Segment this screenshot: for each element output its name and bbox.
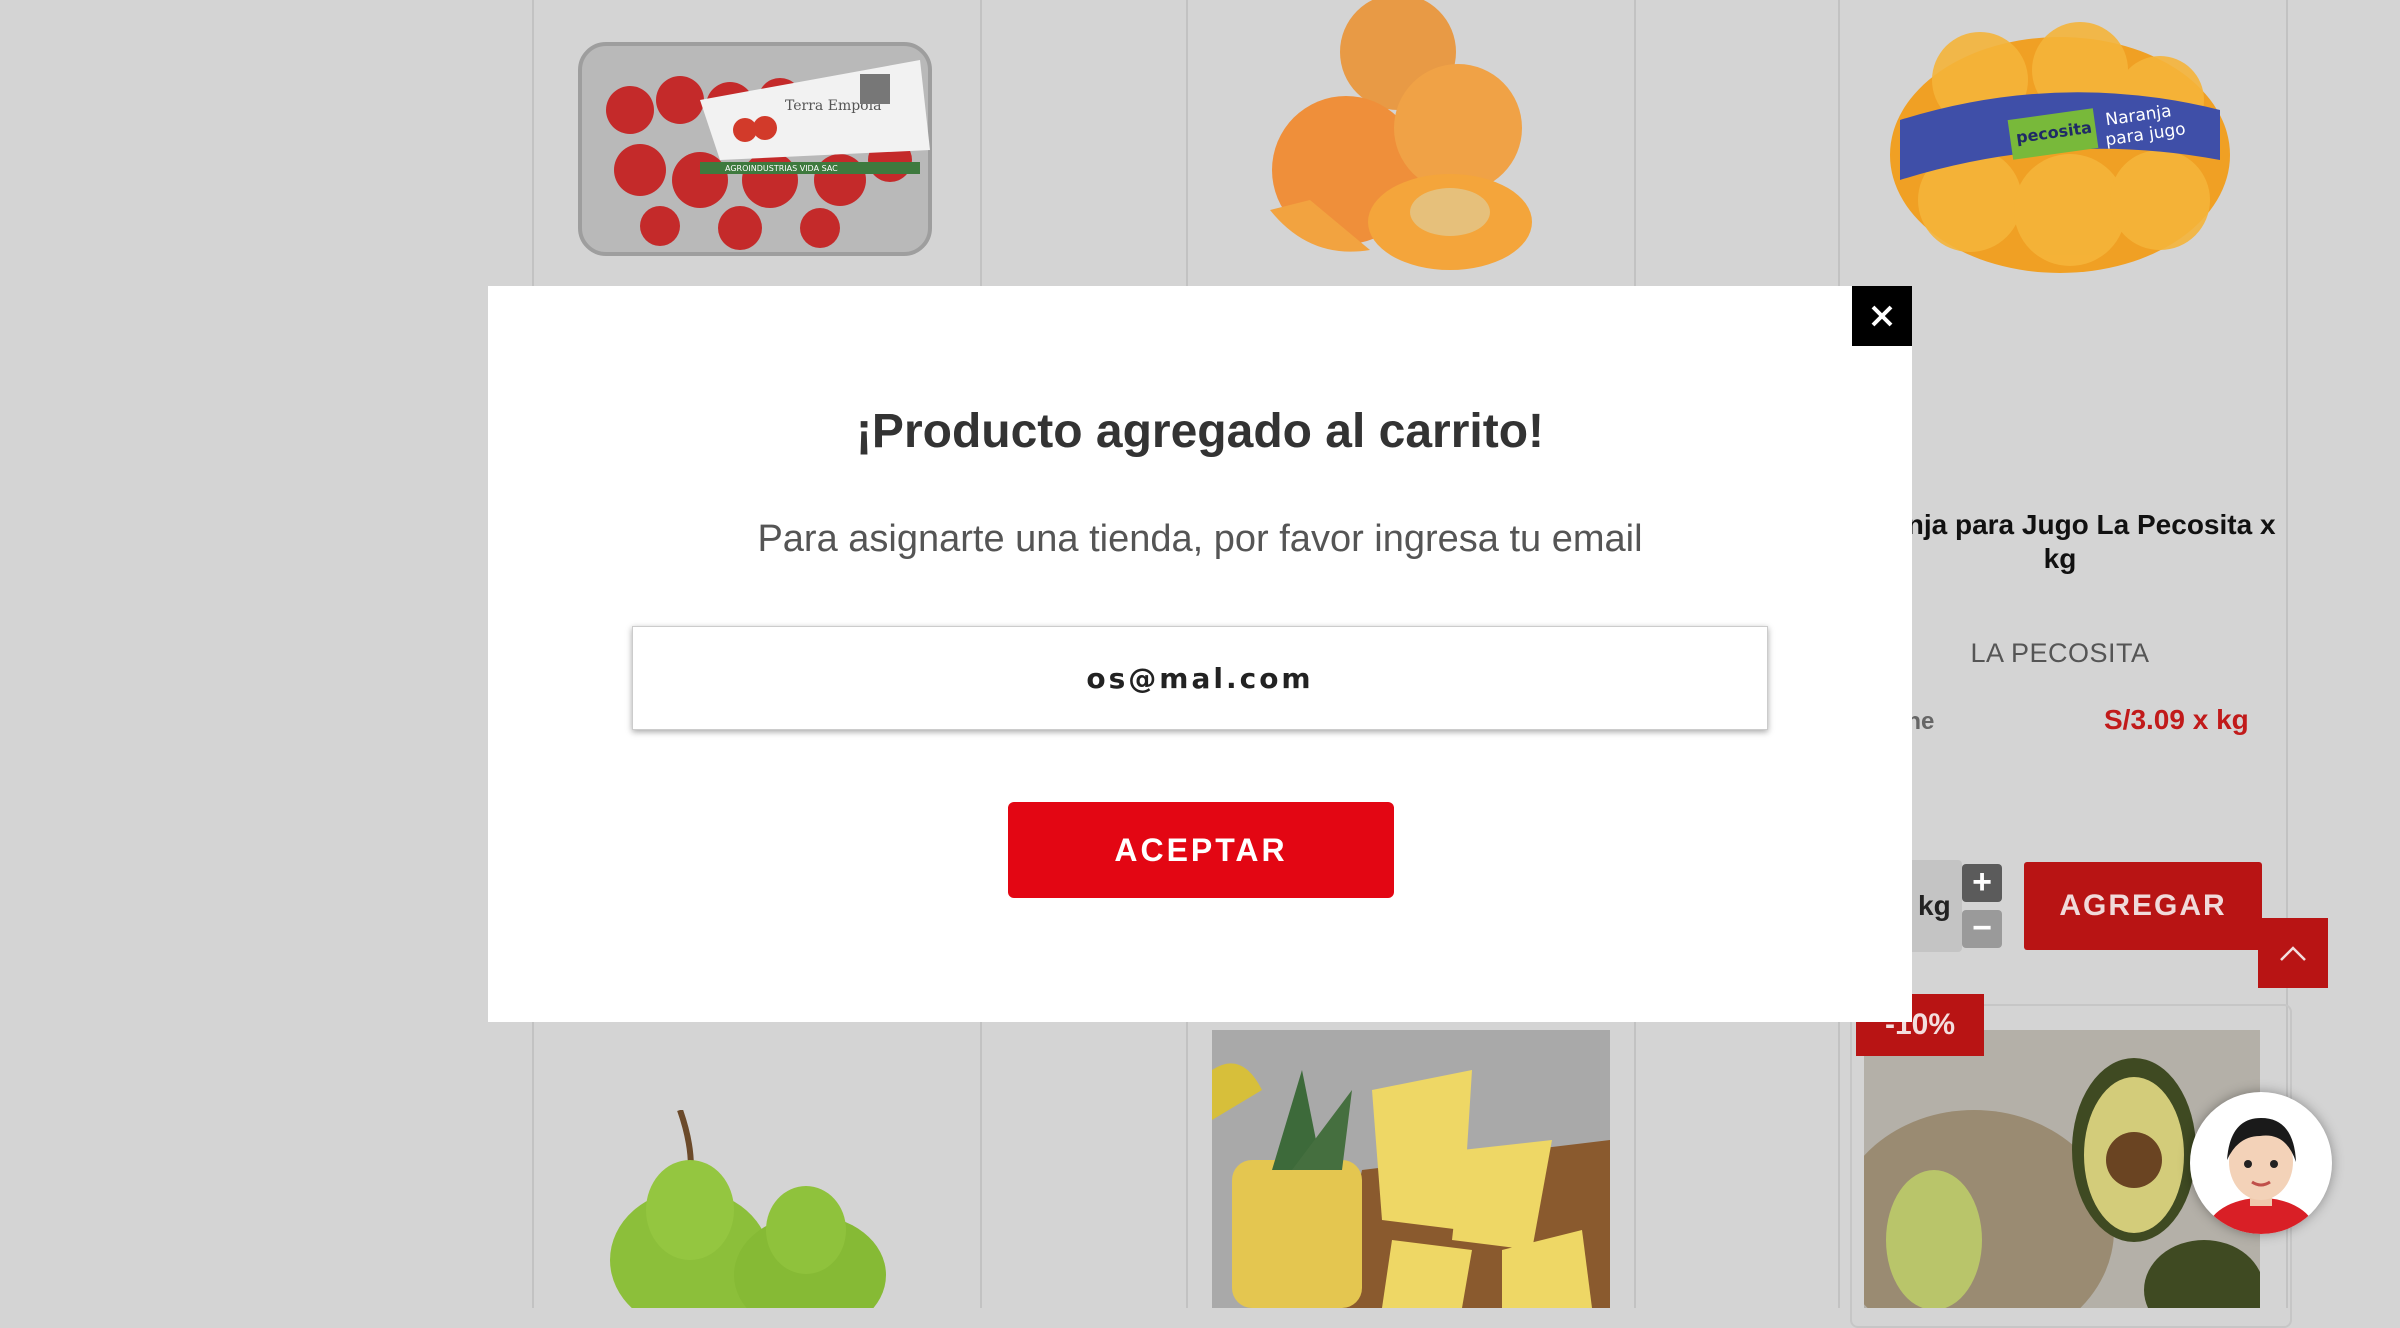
cart-added-modal: ¡Producto agregado al carrito! Para asig… <box>488 286 1912 1022</box>
assistant-avatar-icon <box>2207 1118 2315 1234</box>
peach-product-image[interactable] <box>1250 0 1550 280</box>
close-modal-button[interactable] <box>1852 286 1912 346</box>
add-to-cart-button[interactable]: AGREGAR <box>2024 862 2262 950</box>
strawberry-company-text: AGROINDUSTRIAS VIDA SAC <box>725 164 838 173</box>
minus-icon[interactable]: − <box>1962 910 2002 948</box>
scroll-to-top-button[interactable] <box>2258 918 2328 988</box>
strawberry-product-image[interactable]: Terra Empoia AGROINDUSTRIAS VIDA SAC <box>570 30 940 270</box>
close-icon <box>1871 305 1893 327</box>
quantity-unit: kg <box>1918 890 1951 921</box>
accept-button[interactable]: ACEPTAR <box>1008 802 1394 898</box>
product-price: S/3.09 x kg <box>2104 704 2249 735</box>
orange-product-image[interactable]: pecosita Naranja para jugo <box>1880 10 2240 280</box>
email-field[interactable] <box>632 626 1768 730</box>
pear-product-image[interactable] <box>610 1110 900 1308</box>
plus-icon[interactable]: + <box>1962 864 2002 902</box>
chevron-up-icon <box>2280 946 2306 961</box>
chat-assistant-avatar[interactable] <box>2190 1092 2332 1234</box>
modal-subtitle: Para asignarte una tienda, por favor ing… <box>757 518 1643 560</box>
pineapple-product-image[interactable] <box>1212 1030 1610 1308</box>
modal-title: ¡Producto agregado al carrito! <box>855 405 1545 458</box>
